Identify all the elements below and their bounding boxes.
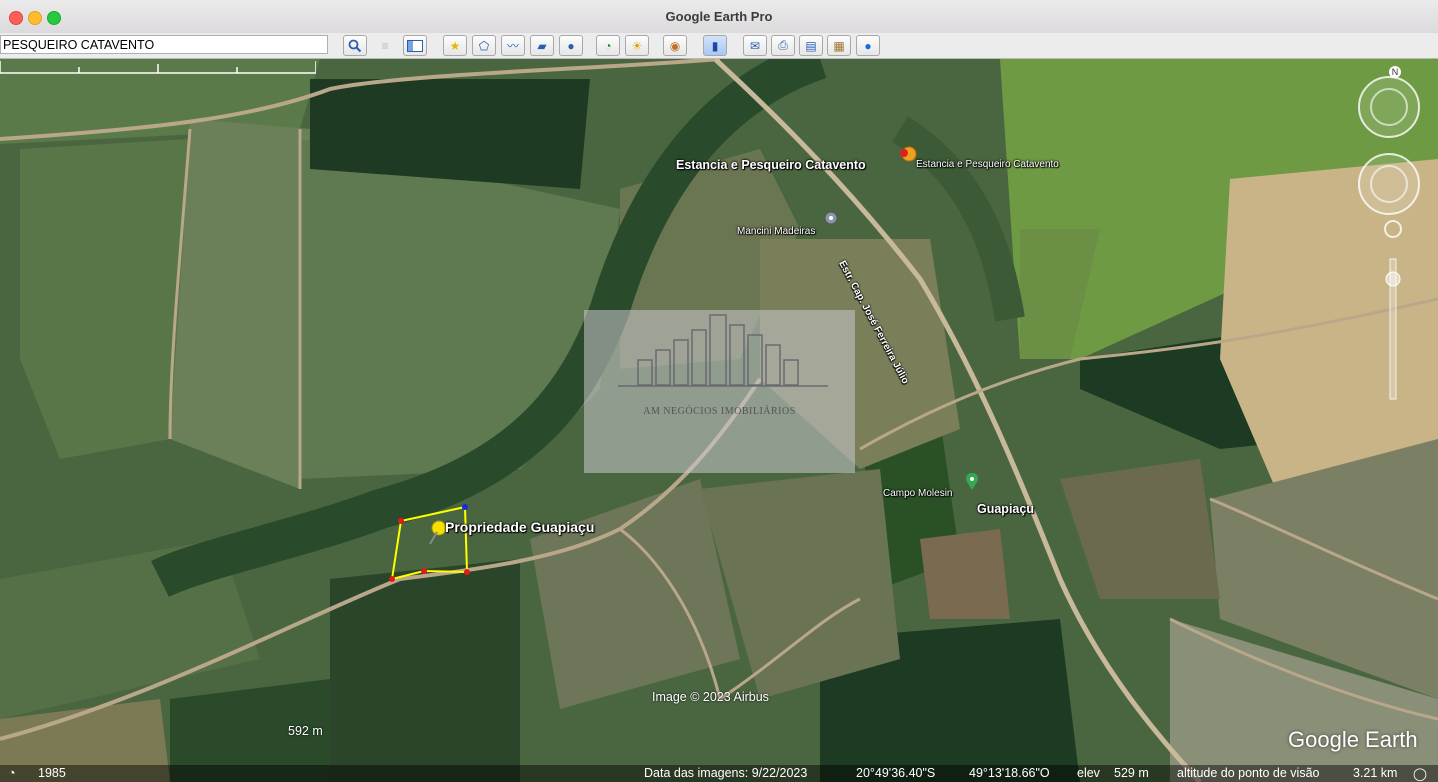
elevation: 529 m	[1114, 766, 1149, 780]
scale-bar	[0, 61, 316, 74]
watermark-text: AM NEGÓCIOS IMOBILIÁRIOS	[643, 406, 796, 417]
email-button[interactable]: ✉	[743, 35, 767, 56]
map-label-guapiacu[interactable]: Guapiaçu	[977, 502, 1034, 516]
look-control[interactable]	[1356, 151, 1422, 217]
imagery-date: Data das imagens: 9/22/2023	[644, 766, 808, 780]
overlay-icon: ▰	[537, 38, 547, 53]
imagery-copyright: Image © 2023 Airbus	[652, 690, 769, 704]
compass-north-label: N	[1392, 67, 1399, 77]
zoom-slider[interactable]	[1382, 219, 1404, 409]
save-image-icon: ▤	[805, 38, 817, 53]
email-icon: ✉	[749, 38, 761, 53]
search-input[interactable]	[0, 35, 328, 54]
print-icon: ⎙	[778, 38, 788, 52]
add-placemark-button[interactable]: ★	[443, 35, 467, 56]
historical-year[interactable]: 1985	[38, 766, 66, 780]
view-in-maps-button[interactable]: ▦	[827, 35, 851, 56]
earth-button[interactable]: ●	[856, 35, 880, 56]
sidebar-toggle-button[interactable]	[403, 35, 427, 56]
map-label-estancia-small[interactable]: Estancia e Pesqueiro Catavento	[916, 159, 1059, 170]
add-overlay-button[interactable]: ▰	[530, 35, 554, 56]
google-earth-logo: Google Earth	[1288, 727, 1418, 752]
status-bar: ◔ 1985 Data das imagens: 9/22/2023 20°49…	[0, 765, 1438, 782]
record-tour-button[interactable]: ●	[559, 35, 583, 56]
elevation-label: elev	[1077, 766, 1100, 780]
historical-imagery-button[interactable]: ◔	[596, 35, 620, 56]
street-view-icon	[1384, 220, 1402, 238]
planets-icon: ◉	[669, 38, 681, 53]
ruler-button[interactable]: ▮	[703, 35, 727, 56]
placemark-icon: ★	[449, 38, 461, 53]
map-label-mancini[interactable]: Mancini Madeiras	[737, 226, 815, 237]
view-in-maps-icon: ▦	[833, 38, 845, 53]
sidebar-icon	[407, 39, 423, 52]
city-skyline-icon	[618, 314, 828, 387]
map-label-campo[interactable]: Campo Molesin	[883, 488, 952, 499]
map-label-propriedade[interactable]: Propriedade Guapiaçu	[445, 519, 594, 535]
compass-control[interactable]: N	[1356, 65, 1422, 141]
title-bar: Google Earth Pro	[0, 0, 1438, 34]
add-polygon-button[interactable]: ⬠	[472, 35, 496, 56]
business-marker-icon[interactable]	[823, 211, 839, 229]
sunlight-icon: ☀	[631, 38, 643, 53]
longitude: 49°13'18.66"O	[969, 766, 1050, 780]
historical-imagery-icon: ◔	[604, 38, 612, 53]
map-view[interactable]: Estancia e Pesqueiro Catavento Estancia …	[0, 59, 1438, 782]
search-button[interactable]	[343, 35, 367, 56]
add-path-button[interactable]: 〰	[501, 35, 525, 56]
planets-button[interactable]: ◉	[663, 35, 687, 56]
loading-indicator-icon: ◯	[1413, 767, 1427, 781]
eye-altitude-label: altitude do ponto de visão	[1177, 766, 1320, 780]
polygon-icon: ⬠	[478, 38, 490, 53]
window-title: Google Earth Pro	[665, 9, 773, 24]
path-icon: 〰	[506, 39, 519, 53]
scale-label: 592 m	[288, 724, 323, 738]
clear-search-icon: ≡	[381, 38, 389, 53]
earth-icon: ●	[864, 38, 872, 53]
save-image-button[interactable]: ▤	[799, 35, 823, 56]
place-marker-icon[interactable]	[965, 473, 979, 491]
eye-altitude: 3.21 km	[1353, 766, 1398, 780]
record-tour-icon: ●	[567, 38, 575, 53]
ruler-icon: ▮	[711, 38, 719, 53]
historical-clock-icon[interactable]: ◔	[8, 766, 16, 780]
map-label-estancia[interactable]: Estancia e Pesqueiro Catavento	[676, 158, 866, 172]
toolbar: ≡ ★ ⬠ 〰 ▰ ● ◔ ☀ ◉ ▮ ✉ ⎙ ▤ ▦ ●	[0, 33, 1438, 59]
print-button[interactable]: ⎙	[771, 35, 795, 56]
latitude: 20°49'36.40"S	[856, 766, 936, 780]
search-icon	[348, 39, 362, 52]
sunlight-button[interactable]: ☀	[625, 35, 649, 56]
watermark: AM NEGÓCIOS IMOBILIÁRIOS	[584, 310, 855, 473]
